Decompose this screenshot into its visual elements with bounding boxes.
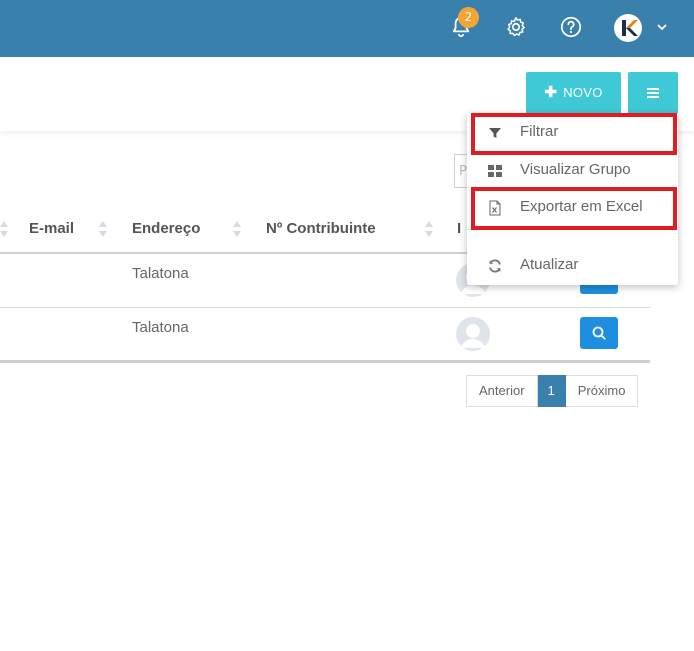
sort-icon[interactable] xyxy=(233,220,241,238)
table-cell-address: Talatona xyxy=(132,319,189,336)
table-bottom-border xyxy=(0,360,650,363)
pagination-previous[interactable]: Anterior xyxy=(466,375,538,407)
help-icon[interactable] xyxy=(558,14,584,40)
sort-icon[interactable] xyxy=(99,220,107,238)
new-button-label: NOVO xyxy=(563,85,603,100)
chevron-down-icon[interactable] xyxy=(655,20,669,34)
highlight-export-excel xyxy=(471,187,677,230)
sort-icon[interactable] xyxy=(425,220,433,238)
plus-icon: ✚ xyxy=(544,84,558,101)
menu-item-view-group[interactable]: Visualizar Grupo xyxy=(467,153,678,189)
menu-item-label: Visualizar Grupo xyxy=(520,161,631,178)
gear-icon[interactable] xyxy=(503,14,529,40)
menu-item-refresh[interactable]: Atualizar xyxy=(467,248,678,284)
grid-icon xyxy=(488,165,502,177)
user-placeholder-icon xyxy=(456,317,490,351)
view-button[interactable] xyxy=(580,317,618,349)
column-header-image[interactable]: I xyxy=(457,220,461,237)
column-header-contributor[interactable]: Nº Contribuinte xyxy=(266,220,376,237)
notification-badge: 2 xyxy=(458,7,479,28)
brand-logo-icon xyxy=(622,20,638,36)
menu-item-label: Atualizar xyxy=(520,256,579,273)
search-icon xyxy=(592,326,606,340)
new-button[interactable]: ✚ NOVO xyxy=(526,72,621,114)
table-cell-address: Talatona xyxy=(132,265,189,282)
highlight-filter xyxy=(471,113,677,155)
pagination-next[interactable]: Próximo xyxy=(565,375,639,407)
pagination-page-1[interactable]: 1 xyxy=(537,375,566,407)
column-header-email[interactable]: E-mail xyxy=(29,220,74,237)
refresh-icon xyxy=(489,259,501,273)
row-divider xyxy=(0,307,650,308)
column-header-address[interactable]: Endereço xyxy=(132,220,200,237)
sort-icon[interactable] xyxy=(0,220,8,238)
avatar[interactable] xyxy=(614,14,642,42)
top-navbar xyxy=(0,0,694,57)
pagination: Anterior 1 Próximo xyxy=(466,375,639,407)
menu-toggle-button[interactable] xyxy=(628,72,678,114)
